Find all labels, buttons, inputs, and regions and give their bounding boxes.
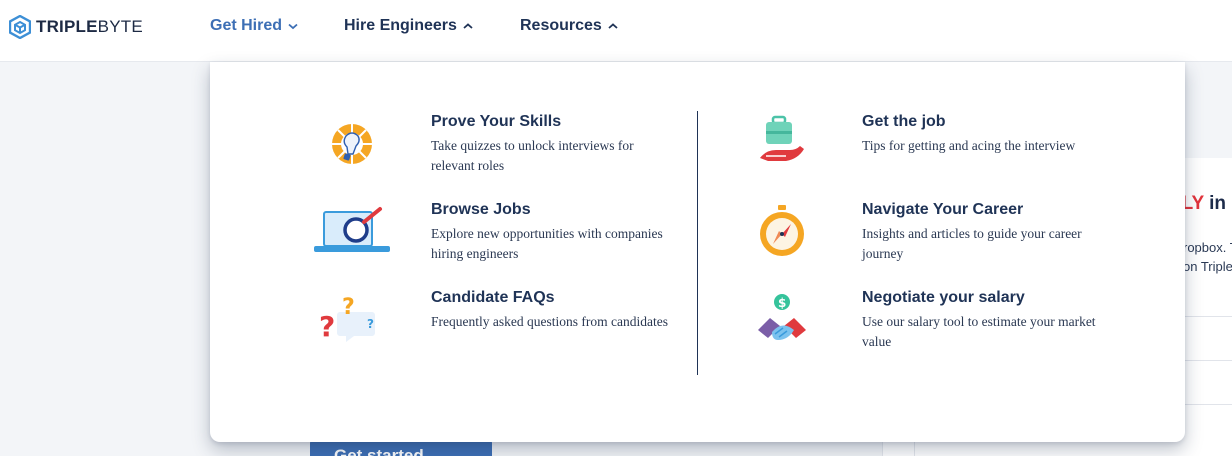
background-row-divider [1185, 360, 1232, 361]
menu-item-description: Frequently asked questions from candidat… [431, 314, 668, 329]
chevron-up-icon [463, 23, 473, 29]
compass-icon [760, 205, 804, 256]
logo-wordmark: TRIPLEBYTE [36, 17, 143, 36]
top-navigation-bar: TRIPLEBYTE Get Hired Hire Engineers Reso… [0, 0, 1232, 62]
menu-item-title: Get the job [862, 113, 946, 130]
svg-text:$: $ [778, 296, 786, 310]
question-marks-icon: ? ? ? [319, 295, 375, 343]
triplebyte-hexagon-icon [9, 15, 31, 39]
svg-text:?: ? [319, 310, 335, 343]
svg-text:?: ? [367, 317, 374, 331]
menu-item-description: Use our salary tool to estimate your mar… [862, 314, 1096, 349]
chevron-up-icon [608, 23, 618, 29]
menu-item-browse-jobs[interactable]: Browse Jobs Explore new opportunities wi… [431, 200, 701, 264]
briefcase-hand-icon [760, 115, 804, 161]
menu-item-prove-your-skills[interactable]: Prove Your Skills Take quizzes to unlock… [431, 112, 701, 176]
get-hired-dropdown-menu: Prove Your Skills Take quizzes to unlock… [210, 62, 1185, 442]
triplebyte-logo[interactable]: TRIPLEBYTE [9, 14, 143, 40]
nav-label: Get Hired [210, 17, 283, 34]
menu-item-description: Explore new opportunities with companies… [431, 226, 663, 261]
nav-label: Hire Engineers [344, 17, 457, 34]
menu-item-title: Prove Your Skills [431, 113, 562, 130]
menu-item-negotiate-your-salary[interactable]: Negotiate your salary Use our salary too… [862, 288, 1132, 352]
laptop-magnifier-icon [314, 207, 390, 252]
background-text-line: ropbox. T [1183, 240, 1232, 255]
nav-resources[interactable]: Resources [520, 15, 618, 37]
get-started-button[interactable]: Get started → [310, 440, 492, 456]
background-text-line: on Triple [1183, 259, 1232, 274]
nav-hire-engineers[interactable]: Hire Engineers [344, 15, 473, 37]
menu-item-navigate-your-career[interactable]: Navigate Your Career Insights and articl… [862, 200, 1132, 264]
menu-item-description: Tips for getting and acing the interview [862, 138, 1076, 153]
background-row-divider [1185, 316, 1232, 317]
menu-item-title: Candidate FAQs [431, 289, 555, 306]
lightbulb-icon [332, 124, 372, 164]
menu-item-description: Insights and articles to guide your care… [862, 226, 1082, 261]
menu-item-candidate-faqs[interactable]: Candidate FAQs Frequently asked question… [431, 288, 701, 332]
svg-text:?: ? [342, 295, 355, 320]
menu-item-title: Navigate Your Career [862, 201, 1024, 218]
nav-label: Resources [520, 17, 602, 34]
menu-item-get-the-job[interactable]: Get the job Tips for getting and acing t… [862, 112, 1132, 156]
chevron-down-icon [288, 23, 298, 30]
menu-item-title: Negotiate your salary [862, 289, 1025, 306]
menu-item-description: Take quizzes to unlock interviews for re… [431, 138, 634, 173]
menu-item-title: Browse Jobs [431, 201, 531, 218]
nav-get-hired[interactable]: Get Hired [210, 15, 298, 37]
background-row-divider [1185, 404, 1232, 405]
handshake-dollar-icon: $ [758, 294, 806, 340]
